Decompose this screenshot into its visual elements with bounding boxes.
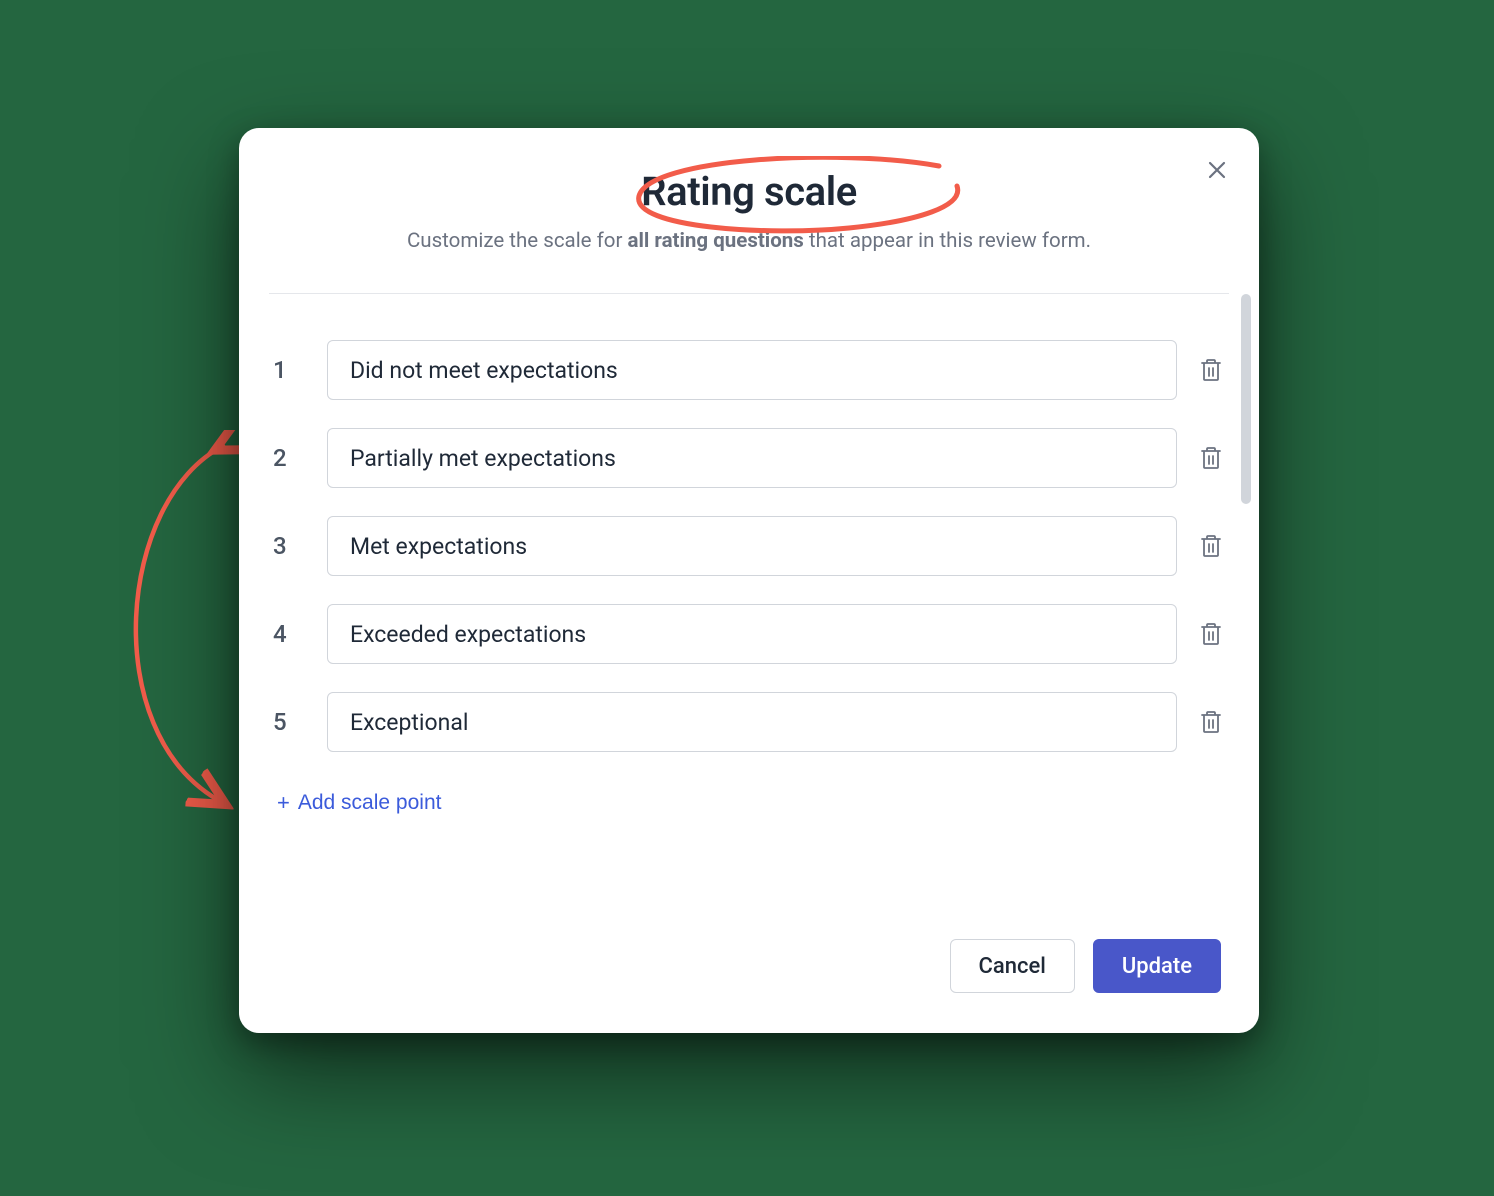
add-scale-point-label: Add scale point: [298, 791, 442, 815]
scale-row: 1: [273, 340, 1225, 400]
modal-title: Rating scale: [641, 168, 857, 215]
scale-number: 3: [273, 532, 307, 560]
scale-label-input[interactable]: [327, 604, 1177, 664]
scale-row: 2: [273, 428, 1225, 488]
plus-icon: +: [277, 790, 290, 816]
trash-icon: [1200, 622, 1222, 646]
trash-icon: [1200, 710, 1222, 734]
scale-label-input[interactable]: [327, 692, 1177, 752]
delete-row-button[interactable]: [1197, 708, 1225, 736]
modal-header: Rating scale Customize the scale for all…: [239, 168, 1259, 293]
annotation-arrow: [78, 430, 258, 830]
trash-icon: [1200, 534, 1222, 558]
delete-row-button[interactable]: [1197, 356, 1225, 384]
scale-number: 5: [273, 708, 307, 736]
cancel-button[interactable]: Cancel: [950, 939, 1075, 993]
trash-icon: [1200, 358, 1222, 382]
delete-row-button[interactable]: [1197, 444, 1225, 472]
scale-number: 4: [273, 620, 307, 648]
delete-row-button[interactable]: [1197, 532, 1225, 560]
scale-row: 3: [273, 516, 1225, 576]
scale-row: 5: [273, 692, 1225, 752]
scale-row: 4: [273, 604, 1225, 664]
scale-label-input[interactable]: [327, 516, 1177, 576]
add-scale-point-button[interactable]: + Add scale point: [277, 790, 441, 816]
modal-subtitle: Customize the scale for all rating quest…: [299, 229, 1199, 253]
delete-row-button[interactable]: [1197, 620, 1225, 648]
scale-label-input[interactable]: [327, 428, 1177, 488]
modal-footer: Cancel Update: [239, 909, 1259, 1033]
scale-number: 1: [273, 356, 307, 384]
scale-number: 2: [273, 444, 307, 472]
trash-icon: [1200, 446, 1222, 470]
scrollbar[interactable]: [1241, 294, 1251, 504]
update-button[interactable]: Update: [1093, 939, 1221, 993]
modal-body: 1 2 3 4 5: [239, 294, 1259, 909]
scale-label-input[interactable]: [327, 340, 1177, 400]
rating-scale-modal: Rating scale Customize the scale for all…: [239, 128, 1259, 1033]
